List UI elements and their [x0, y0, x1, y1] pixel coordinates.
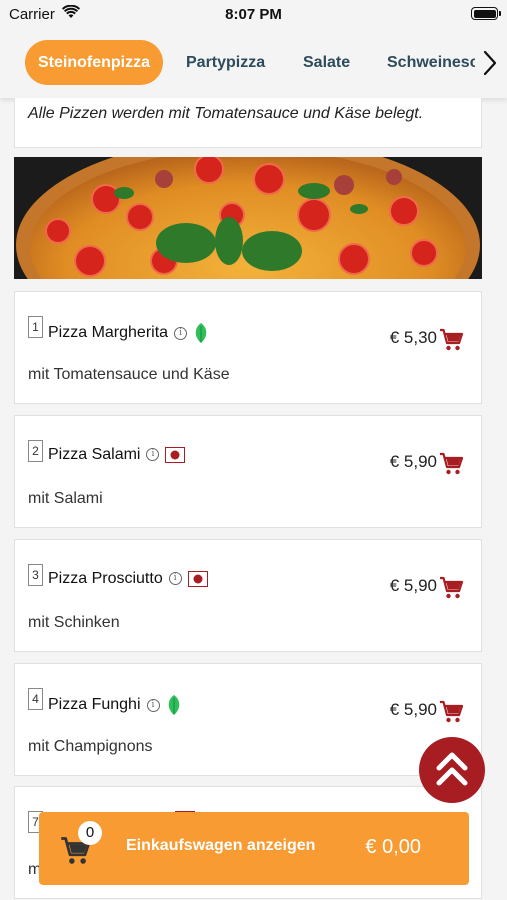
menu-item[interactable]: 2 Pizza Salami i mit Salami € 5,90: [14, 415, 482, 528]
add-to-cart-icon[interactable]: [439, 452, 463, 476]
add-to-cart-icon[interactable]: [439, 328, 463, 352]
pork-badge-icon: [187, 570, 208, 587]
cart-total: € 0,00: [365, 836, 421, 858]
category-banner-image: [14, 157, 482, 279]
vegetarian-leaf-icon: [168, 695, 179, 715]
menu-item[interactable]: 3 Pizza Prosciutto i mit Schinken € 5,90: [14, 539, 482, 652]
tab-steinofenpizza[interactable]: Steinofenpizza: [25, 40, 164, 85]
item-number: 3: [28, 564, 43, 586]
item-name: Pizza Funghi: [48, 696, 141, 714]
category-note: Alle Pizzen werden mit Tomatensauce und …: [14, 98, 482, 148]
item-name-row: Pizza Prosciutto i: [48, 570, 208, 588]
info-icon[interactable]: i: [146, 448, 160, 462]
item-description: mit Salami: [28, 490, 103, 507]
item-description: mit Schinken: [28, 614, 120, 631]
item-number: 1: [28, 316, 43, 338]
item-number: 4: [28, 688, 43, 710]
add-to-cart-icon[interactable]: [439, 700, 463, 724]
info-icon[interactable]: i: [174, 326, 188, 340]
item-price: € 5,30: [389, 328, 437, 347]
item-number: 2: [28, 440, 43, 462]
item-name: Pizza Prosciutto: [48, 570, 163, 587]
menu-item[interactable]: 1 Pizza Margherita i mit Tomatensauce und…: [14, 291, 482, 404]
category-tabs: Steinofenpizza Partypizza Salate Schwein…: [0, 28, 507, 98]
item-name: Pizza Salami: [48, 446, 141, 463]
item-price: € 5,90: [389, 452, 437, 471]
info-icon[interactable]: i: [146, 698, 160, 712]
pork-badge-icon: [165, 446, 186, 463]
clock: 8:07 PM: [225, 6, 282, 23]
info-icon[interactable]: i: [168, 572, 182, 586]
status-bar: Carrier 8:07 PM: [0, 0, 507, 28]
tab-salate[interactable]: Salate: [303, 40, 350, 85]
item-description: mit Champignons: [28, 738, 153, 755]
vegetarian-leaf-icon: [195, 323, 207, 343]
tab-schweineschnitzel[interactable]: Schweinesc: [387, 40, 479, 85]
item-name: Pizza Margherita: [48, 324, 169, 342]
item-price: € 5,90: [389, 700, 437, 719]
tabs-next-button[interactable]: [475, 28, 507, 98]
scroll-to-top-button[interactable]: [419, 737, 485, 803]
view-cart-button[interactable]: 0 Einkaufswagen anzeigen € 0,00: [39, 812, 469, 885]
menu-item[interactable]: 4 Pizza Funghi i mit Champignons € 5,90: [14, 663, 482, 776]
item-name-row: Pizza Salami i: [48, 446, 186, 464]
item-description: mit Tomatensauce und Käse: [28, 366, 230, 383]
item-name-row: Pizza Margherita i: [48, 322, 209, 344]
category-note-text: Alle Pizzen werden mit Tomatensauce und …: [28, 105, 424, 122]
add-to-cart-icon[interactable]: [439, 576, 463, 600]
chevron-right-icon: [483, 50, 497, 76]
double-chevron-up-icon: [436, 752, 468, 786]
item-price: € 5,90: [389, 576, 437, 595]
tab-partypizza[interactable]: Partypizza: [186, 40, 265, 85]
item-name-row: Pizza Funghi i: [48, 694, 182, 716]
cart-count-badge: 0: [78, 821, 102, 845]
cart-label: Einkaufswagen anzeigen: [126, 837, 316, 854]
battery-icon: [471, 7, 501, 20]
